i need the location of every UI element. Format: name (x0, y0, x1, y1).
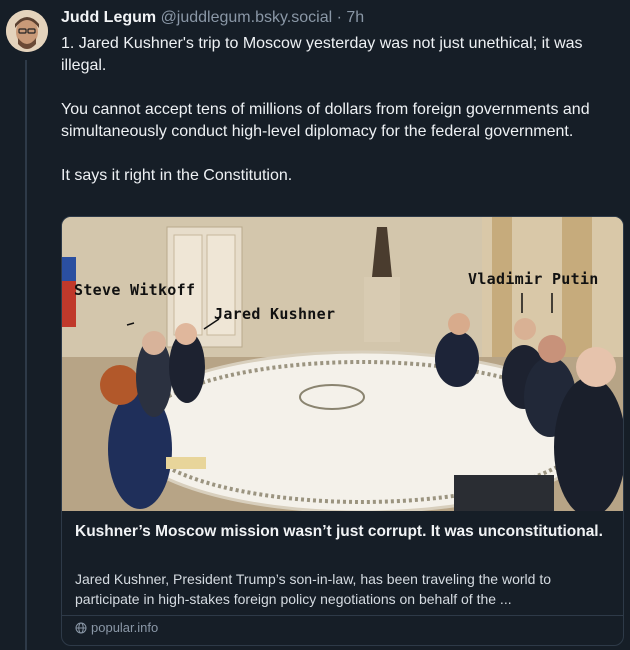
globe-icon (75, 622, 87, 633)
post-time[interactable]: 7h (346, 9, 364, 26)
separator: · (336, 9, 342, 26)
card-source[interactable]: popular.info (75, 620, 158, 635)
post-text: 1. Jared Kushner's trip to Moscow yester… (61, 33, 621, 209)
post-paragraph: It says it right in the Constitution. (61, 167, 293, 184)
avatar[interactable] (6, 10, 48, 52)
label-kushner: Jared Kushner (214, 305, 336, 323)
card-title[interactable]: Kushner’s Moscow mission wasn’t just cor… (75, 521, 610, 543)
link-card[interactable]: Steve Witkoff Jared Kushner Vladimir Put… (61, 216, 624, 646)
post-paragraph: You cannot accept tens of millions of do… (61, 101, 590, 140)
card-description: Jared Kushner, President Trump’s son-in-… (75, 571, 551, 607)
label-witkoff: Steve Witkoff (74, 281, 196, 299)
thread-line (25, 60, 27, 650)
card-image[interactable]: Steve Witkoff Jared Kushner Vladimir Put… (62, 217, 623, 511)
post-header: Judd Legum @juddlegum.bsky.social · 7h (61, 9, 364, 27)
post-paragraph: 1. Jared Kushner's trip to Moscow yester… (61, 35, 583, 74)
label-putin: Vladimir Putin (468, 270, 599, 288)
card-divider (62, 615, 623, 616)
meeting-photo (62, 217, 623, 511)
author-name[interactable]: Judd Legum (61, 9, 156, 26)
card-source-domain: popular.info (91, 620, 159, 635)
author-handle[interactable]: @juddlegum.bsky.social (161, 9, 333, 26)
avatar-photo (6, 10, 48, 52)
